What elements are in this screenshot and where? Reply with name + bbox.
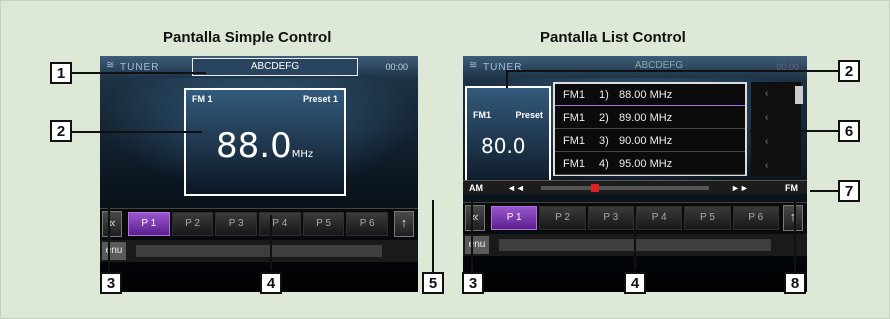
band-label: FM1 <box>473 110 491 120</box>
leader-line-1 <box>72 72 206 74</box>
chevron-icon: ‹ <box>765 136 769 147</box>
tuning-marker[interactable] <box>591 184 599 192</box>
chevron-icon: ‹ <box>765 112 769 123</box>
leader-line-5 <box>432 200 434 272</box>
preset-button-3[interactable]: P 3 <box>587 206 634 230</box>
preset-button-1[interactable]: P 1 <box>491 206 538 230</box>
previous-list-button[interactable]: « <box>465 205 485 231</box>
leader-line-2-right <box>506 70 839 72</box>
preset-button-5[interactable]: P 5 <box>302 212 345 236</box>
preset-button-1[interactable]: P 1 <box>128 212 170 236</box>
antenna-icon: ≋ <box>106 60 115 71</box>
callout-1: 1 <box>50 62 72 84</box>
preset-button-5[interactable]: P 5 <box>684 206 731 230</box>
station-name-display: ABCDEFG <box>634 60 684 71</box>
leader-line-3-right <box>471 200 473 272</box>
leader-line-7 <box>810 190 838 192</box>
chevron-icon: ‹ <box>765 160 769 171</box>
callout-4-right: 4 <box>624 272 646 294</box>
frequency-display[interactable]: FM1 Preset 80.0 <box>465 86 551 192</box>
callout-3-left: 3 <box>100 272 122 294</box>
seek-forward-icon[interactable]: ►► <box>731 181 749 195</box>
callout-7: 7 <box>838 180 860 202</box>
seek-bar: AM ◄◄ ►► FM <box>463 180 807 194</box>
band-label: FM 1 <box>192 94 213 104</box>
callout-3-right: 3 <box>462 272 484 294</box>
manual-figure: Pantalla Simple Control Pantalla List Co… <box>0 0 890 319</box>
menu-button[interactable]: enu <box>465 236 489 254</box>
callout-2-right: 2 <box>838 60 860 82</box>
frequency-unit: MHz <box>291 149 314 160</box>
frequency-display[interactable]: FM 1 Preset 1 88.0MHz <box>184 88 346 196</box>
list-item[interactable]: FM1 3) 90.00 MHz <box>555 130 745 152</box>
menu-button[interactable]: enu <box>102 242 126 260</box>
callout-5: 5 <box>422 272 444 294</box>
frequency-value: 80.0 <box>481 134 526 158</box>
toggle-control-button[interactable]: ↑ <box>394 211 414 237</box>
list-item[interactable]: FM1 4) 95.00 MHz <box>555 153 745 175</box>
preset-button-3[interactable]: P 3 <box>215 212 258 236</box>
previous-list-button[interactable]: « <box>102 211 122 237</box>
leader-line-8 <box>794 200 796 272</box>
preset-list: FM1 1) 88.00 MHz FM1 2) 89.00 MHz FM1 3) 90.00… <box>553 82 747 176</box>
seek-back-icon[interactable]: ◄◄ <box>507 181 525 195</box>
leader-line-4-left <box>270 215 272 270</box>
preset-button-4[interactable]: P 4 <box>259 212 301 236</box>
leader-line-4-right <box>634 215 636 270</box>
leader-line-2-left <box>72 131 202 133</box>
preset-label: Preset <box>515 110 543 120</box>
list-side-column: ‹ ‹ ‹ ‹ <box>751 82 801 176</box>
heading-simple-control: Pantalla Simple Control <box>163 29 332 46</box>
list-item[interactable]: FM1 2) 89.00 MHz <box>555 107 745 129</box>
band-am-button[interactable]: AM <box>469 181 483 195</box>
leader-line-6 <box>750 130 838 132</box>
callout-2-left: 2 <box>50 120 72 142</box>
station-name-display[interactable]: ABCDEFG <box>192 58 358 76</box>
chevron-icon: ‹ <box>765 88 769 99</box>
callout-8: 8 <box>784 272 806 294</box>
preset-button-6[interactable]: P 6 <box>732 206 779 230</box>
antenna-icon: ≋ <box>469 60 478 71</box>
scrollbar-thumb[interactable] <box>795 86 803 104</box>
callout-6: 6 <box>838 120 860 142</box>
leader-line-2-right-drop <box>506 70 508 88</box>
callout-4-left: 4 <box>260 272 282 294</box>
preset-button-6[interactable]: P 6 <box>346 212 389 236</box>
tuning-track[interactable] <box>541 186 709 190</box>
band-fm-button[interactable]: FM <box>785 181 798 195</box>
preset-label: Preset 1 <box>302 94 338 104</box>
preset-button-4[interactable]: P 4 <box>635 206 683 230</box>
preset-bar: « P 1 P 2 P 3 P 4 P 5 P 6 ↑ <box>100 208 418 238</box>
leader-line-3-left <box>108 200 110 272</box>
heading-list-control: Pantalla List Control <box>540 29 686 46</box>
menu-bar: enu <box>100 240 418 262</box>
toggle-control-button[interactable]: ↑ <box>783 205 803 231</box>
list-item[interactable]: FM1 1) 88.00 MHz <box>555 84 745 106</box>
clock: 00:00 <box>385 62 408 72</box>
preset-button-2[interactable]: P 2 <box>171 212 214 236</box>
frequency-value: 88.0 <box>216 126 292 166</box>
preset-buttons: P 1 P 2 P 3 P 4 P 5 P 6 <box>128 212 390 236</box>
simple-control-screen: ≋ TUNER 00:00 ABCDEFG FM 1 Preset 1 88.0… <box>100 56 418 292</box>
preset-buttons: P 1 P 2 P 3 P 4 P 5 P 6 <box>491 206 781 230</box>
menu-strip <box>136 245 382 257</box>
preset-button-2[interactable]: P 2 <box>539 206 586 230</box>
